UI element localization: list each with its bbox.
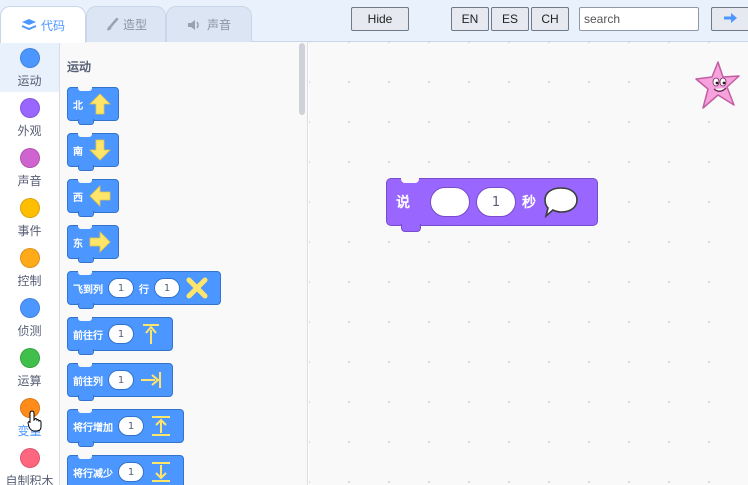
block-label: 飞到列 (73, 284, 103, 296)
row-increase-icon (149, 414, 173, 438)
sensing-dot-icon (19, 298, 40, 318)
arrow-left-icon (88, 184, 112, 208)
goto-row-icon (139, 322, 163, 346)
tab-sounds-label: 声音 (206, 18, 231, 32)
say-label: 说 (396, 195, 410, 211)
category-sound[interactable]: 声音 (0, 142, 59, 192)
category-label: 侦测 (17, 324, 42, 338)
sound-dot-icon (19, 148, 40, 168)
block-north[interactable]: 北 (67, 87, 119, 125)
block-label: 东 (73, 238, 83, 250)
category-operators[interactable]: 运算 (0, 342, 59, 392)
value-input[interactable]: 1 (108, 324, 134, 344)
value-input[interactable]: 1 (108, 370, 134, 390)
go-button[interactable] (711, 7, 748, 31)
top-bar: 代码 造型 声音 Hide EN ES CH (0, 0, 748, 43)
code-workspace[interactable] (309, 42, 748, 485)
hand-cursor-icon (27, 410, 43, 435)
block-south[interactable]: 南 (67, 133, 119, 171)
category-label: 运算 (17, 374, 42, 388)
category-looks[interactable]: 外观 (0, 92, 59, 142)
events-dot-icon (19, 198, 40, 218)
block-row-decrease[interactable]: 将行减少 1 (67, 455, 184, 485)
say-unit-label: 秒 (522, 195, 536, 211)
my-blocks-dot-icon (19, 448, 40, 468)
search-input[interactable] (579, 7, 699, 31)
row-decrease-icon (149, 460, 173, 484)
block-west[interactable]: 西 (67, 179, 119, 217)
starfish-sprite-icon[interactable] (694, 60, 742, 115)
code-icon (21, 19, 37, 31)
tab-code-label: 代码 (40, 18, 65, 33)
category-label: 控制 (17, 274, 42, 288)
brush-icon (105, 17, 119, 32)
lang-es-button[interactable]: ES (491, 7, 529, 31)
category-my-blocks[interactable]: 自制积木 (0, 442, 59, 485)
arrow-up-icon (88, 92, 112, 116)
block-label: 将行减少 (73, 468, 113, 480)
speech-bubble-icon (542, 185, 580, 219)
tab-costumes[interactable]: 造型 (86, 6, 166, 42)
block-label: 行 (139, 284, 149, 296)
arrow-right-icon (88, 230, 112, 254)
category-control[interactable]: 控制 (0, 242, 59, 292)
lang-en-button[interactable]: EN (451, 7, 489, 31)
lang-ch-button[interactable]: CH (531, 7, 569, 31)
category-label: 事件 (17, 224, 42, 238)
palette-title: 运动 (67, 60, 92, 74)
value-input[interactable]: 1 (118, 462, 144, 482)
say-block[interactable]: 说 1 秒 (386, 178, 598, 232)
fly-x-icon (185, 276, 209, 300)
block-fly-to[interactable]: 飞到列 1 行 1 (67, 271, 221, 309)
motion-dot-icon (19, 48, 40, 68)
value-input[interactable]: 1 (154, 278, 180, 298)
block-goto-column[interactable]: 前往列 1 (67, 363, 173, 401)
speaker-icon (187, 19, 203, 31)
category-motion[interactable]: 运动 (0, 42, 59, 92)
block-label: 西 (73, 192, 83, 204)
block-east[interactable]: 东 (67, 225, 119, 263)
say-seconds-input[interactable]: 1 (476, 187, 516, 217)
category-label: 外观 (17, 124, 42, 138)
block-label: 前往行 (73, 330, 103, 342)
tab-code[interactable]: 代码 (0, 6, 86, 43)
tab-sounds[interactable]: 声音 (166, 6, 252, 42)
block-label: 前往列 (73, 376, 103, 388)
looks-dot-icon (19, 98, 40, 118)
block-row-increase[interactable]: 将行增加 1 (67, 409, 184, 447)
control-dot-icon (19, 248, 40, 268)
value-input[interactable]: 1 (118, 416, 144, 436)
goto-col-icon (139, 368, 163, 392)
arrow-right-icon (723, 12, 739, 27)
palette-scrollbar[interactable] (299, 43, 305, 115)
block-goto-row[interactable]: 前往行 1 (67, 317, 173, 355)
operators-dot-icon (19, 348, 40, 368)
block-label: 南 (73, 146, 83, 158)
category-events[interactable]: 事件 (0, 192, 59, 242)
category-label: 自制积木 (5, 474, 54, 485)
category-sensing[interactable]: 侦测 (0, 292, 59, 342)
tab-costumes-label: 造型 (122, 18, 147, 32)
value-input[interactable]: 1 (108, 278, 134, 298)
block-label: 将行增加 (73, 422, 113, 434)
category-label: 运动 (17, 74, 42, 88)
say-text-input[interactable] (430, 187, 470, 217)
arrow-down-icon (88, 138, 112, 162)
block-label: 北 (73, 100, 83, 112)
category-label: 声音 (17, 174, 42, 188)
hide-button[interactable]: Hide (351, 7, 409, 31)
